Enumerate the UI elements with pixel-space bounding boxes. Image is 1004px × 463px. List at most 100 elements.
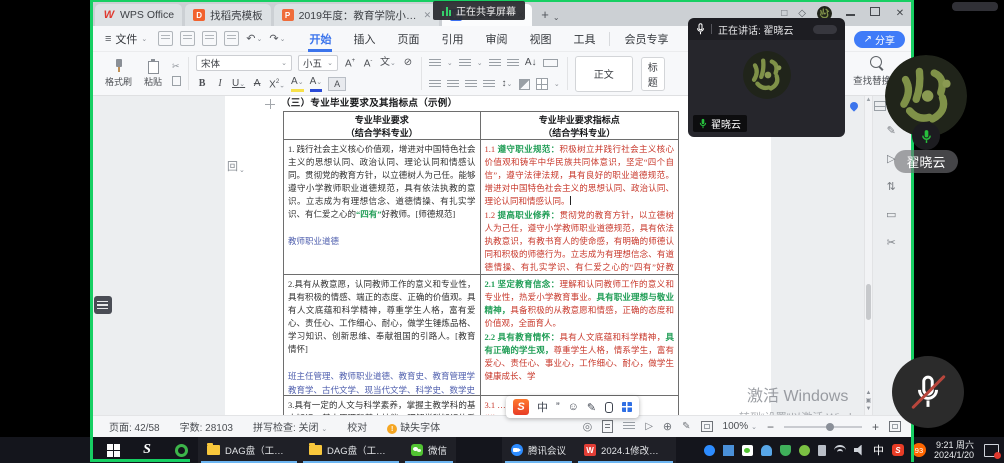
voice-input-icon[interactable] xyxy=(605,402,613,413)
meeting-tray-icon[interactable] xyxy=(704,445,715,456)
borders-icon[interactable] xyxy=(536,78,548,90)
shape-icon[interactable]: ▭ xyxy=(886,208,896,221)
ribbon-tab-页面[interactable]: 页面 xyxy=(386,26,430,52)
ribbon-tab-引用[interactable]: 引用 xyxy=(430,26,474,52)
sogou-tray-icon[interactable]: S xyxy=(892,444,904,456)
eye-protect-icon[interactable]: ◎ xyxy=(583,420,593,433)
align-right-icon[interactable] xyxy=(465,80,477,89)
export-icon[interactable] xyxy=(180,31,195,46)
notification-badge[interactable]: 93 xyxy=(912,443,926,457)
shading-icon[interactable] xyxy=(519,79,530,90)
coin-tray-icon[interactable] xyxy=(799,445,810,456)
outline-view-icon[interactable] xyxy=(623,422,635,431)
spellcheck-toggle[interactable]: 拼写检查: 关闭 ⌄ xyxy=(253,419,327,434)
bold-button[interactable]: B xyxy=(196,78,208,90)
location-pin-icon[interactable] xyxy=(848,100,859,111)
volume-tray-icon[interactable] xyxy=(854,445,865,456)
cube-icon[interactable]: ◇ xyxy=(798,8,806,19)
clear-format-button[interactable]: ⊘ xyxy=(402,57,414,69)
ribbon-tab-开始[interactable]: 开始 xyxy=(298,26,342,52)
taskbar-item-folder[interactable]: DAG盘（工作… xyxy=(198,437,300,463)
font-color-button[interactable]: A⌄ xyxy=(310,76,323,92)
ribbon-tab-审阅[interactable]: 审阅 xyxy=(474,26,518,52)
zoom-level[interactable]: 100%⌄ xyxy=(723,421,757,432)
wps-tab[interactable]: WWPS Office xyxy=(95,4,182,26)
action-center-icon[interactable] xyxy=(984,444,999,457)
decrease-indent-icon[interactable] xyxy=(489,59,501,68)
mute-microphone-button[interactable] xyxy=(892,356,964,428)
table-cell[interactable]: 2.具有从教意愿，认同教师工作的意义和专业性，具有积极的情感、端正的态度、正确的… xyxy=(284,275,481,395)
underline-button[interactable]: U⌄ xyxy=(232,78,245,91)
browser-button[interactable] xyxy=(164,437,198,463)
minimize-button[interactable] xyxy=(843,8,857,19)
navigation-pane-button[interactable] xyxy=(94,296,112,314)
strikethrough-button[interactable]: A xyxy=(251,78,263,90)
layout-mode-icon[interactable]: □ xyxy=(781,8,787,19)
ruler-icon[interactable] xyxy=(543,59,558,67)
table-cell[interactable]: 1.1 遵守职业规范：积极树立并践行社会主义核心价值观和铸牢中华民族共同体意识，… xyxy=(481,140,679,274)
table-cell[interactable]: 3.具有一定的人文与科学素养，掌握主教学科的基本知识、基本原理和基本技能，理解学… xyxy=(284,396,481,415)
page-view-icon[interactable] xyxy=(602,420,613,433)
ribbon-tab-会员专享[interactable]: 会员专享 xyxy=(613,26,679,52)
font-size-select[interactable]: 小五⌄ xyxy=(298,55,338,71)
character-shading-button[interactable]: A xyxy=(328,77,346,91)
highlight-color-button[interactable]: A⌄ xyxy=(291,76,304,92)
table-cell[interactable]: 2.1 坚定教育信念：理解和认同教师工作的意义和专业性，热爱小学教育事业。具有职… xyxy=(481,275,679,395)
superscript-button[interactable]: X2⌄ xyxy=(269,76,285,92)
start-button[interactable] xyxy=(96,437,130,463)
zoom-slider[interactable] xyxy=(784,426,862,428)
fullscreen-icon[interactable] xyxy=(889,421,901,432)
increase-indent-icon[interactable] xyxy=(507,59,519,68)
wps-tab[interactable]: P2019年度：教育学院小教党支部…✕ xyxy=(274,4,440,26)
proofread-button[interactable]: 校对 xyxy=(347,419,367,434)
numbered-list-icon[interactable] xyxy=(459,59,471,68)
file-menu-button[interactable]: ≡ 文件 ⌄ xyxy=(101,31,151,47)
share-button[interactable]: ↗ 分享 xyxy=(854,31,905,48)
sort-icon[interactable]: A↓ xyxy=(525,57,537,69)
style-heading[interactable]: 标题 xyxy=(641,57,665,91)
meeting-floating-panel[interactable]: 正在讲话: 翟晓云 翟晓云 xyxy=(688,18,845,137)
font-name-select[interactable]: 宋体⌄ xyxy=(196,55,292,71)
page-select-icon[interactable]: ▣ xyxy=(866,398,872,405)
scroll-up-icon[interactable]: ▲ xyxy=(865,97,872,103)
requirements-table[interactable]: 专业毕业要求（结合学科专业）专业毕业要求指标点（结合学科专业）1. 践行社会主义… xyxy=(283,111,679,415)
search-icon[interactable] xyxy=(870,56,882,68)
copy-icon[interactable] xyxy=(172,76,181,86)
italic-button[interactable]: I xyxy=(214,78,226,90)
align-center-icon[interactable] xyxy=(447,80,459,89)
undo-button[interactable]: ↶⌄ xyxy=(246,32,262,45)
ribbon-tab-视图[interactable]: 视图 xyxy=(518,26,562,52)
restore-button[interactable] xyxy=(868,7,882,19)
new-tab-button[interactable]: + xyxy=(541,7,549,22)
phonetic-guide-button[interactable]: 文⌄ xyxy=(380,57,396,70)
preview-icon[interactable] xyxy=(224,31,239,46)
tab-list-chevron-icon[interactable]: ⌄ xyxy=(553,13,560,22)
justify-icon[interactable] xyxy=(483,80,495,89)
taskbar-search-button[interactable]: S xyxy=(130,437,164,463)
ink-icon[interactable]: ✎ xyxy=(682,421,690,432)
word-count[interactable]: 字数: 28103 xyxy=(180,419,233,434)
panel-controls-blob[interactable] xyxy=(813,25,837,34)
taskbar-item-wechat[interactable]: 微信 xyxy=(402,437,456,463)
zoom-in-button[interactable]: + xyxy=(872,420,879,434)
table-select-button[interactable]: 回⌄ xyxy=(227,158,245,174)
fit-page-icon[interactable] xyxy=(701,421,713,432)
align-left-icon[interactable] xyxy=(429,80,441,89)
redo-button[interactable]: ↷⌄ xyxy=(269,32,285,45)
taskbar-item-meeting[interactable]: 腾讯会议 xyxy=(502,437,575,463)
wps-tab[interactable]: D找稻壳模板 xyxy=(185,4,271,26)
ime-indicator[interactable]: 中 xyxy=(873,442,884,458)
ime-mode-toggle[interactable]: 中 xyxy=(537,399,548,415)
punctuation-icon[interactable]: ” xyxy=(556,401,560,413)
increase-font-button[interactable]: A+ xyxy=(344,55,356,70)
sort-arrows-icon[interactable]: ⇅ xyxy=(887,180,896,193)
meeting-window-controls[interactable] xyxy=(952,2,998,11)
cut-icon[interactable]: ✂ xyxy=(172,61,181,72)
taskbar-clock[interactable]: 9:21 周六 2024/1/20 xyxy=(934,440,974,460)
wifi-tray-icon[interactable] xyxy=(834,445,846,456)
prev-page-icon[interactable]: ▲ xyxy=(866,390,872,397)
bullet-list-icon[interactable] xyxy=(429,59,441,68)
read-mode-icon[interactable]: ▷ xyxy=(645,421,653,432)
table-cell[interactable]: 1. 践行社会主义核心价值观，增进对中国特色社会主义的思想认同、政治认同、理论认… xyxy=(284,140,481,274)
ribbon-tab-插入[interactable]: 插入 xyxy=(342,26,386,52)
